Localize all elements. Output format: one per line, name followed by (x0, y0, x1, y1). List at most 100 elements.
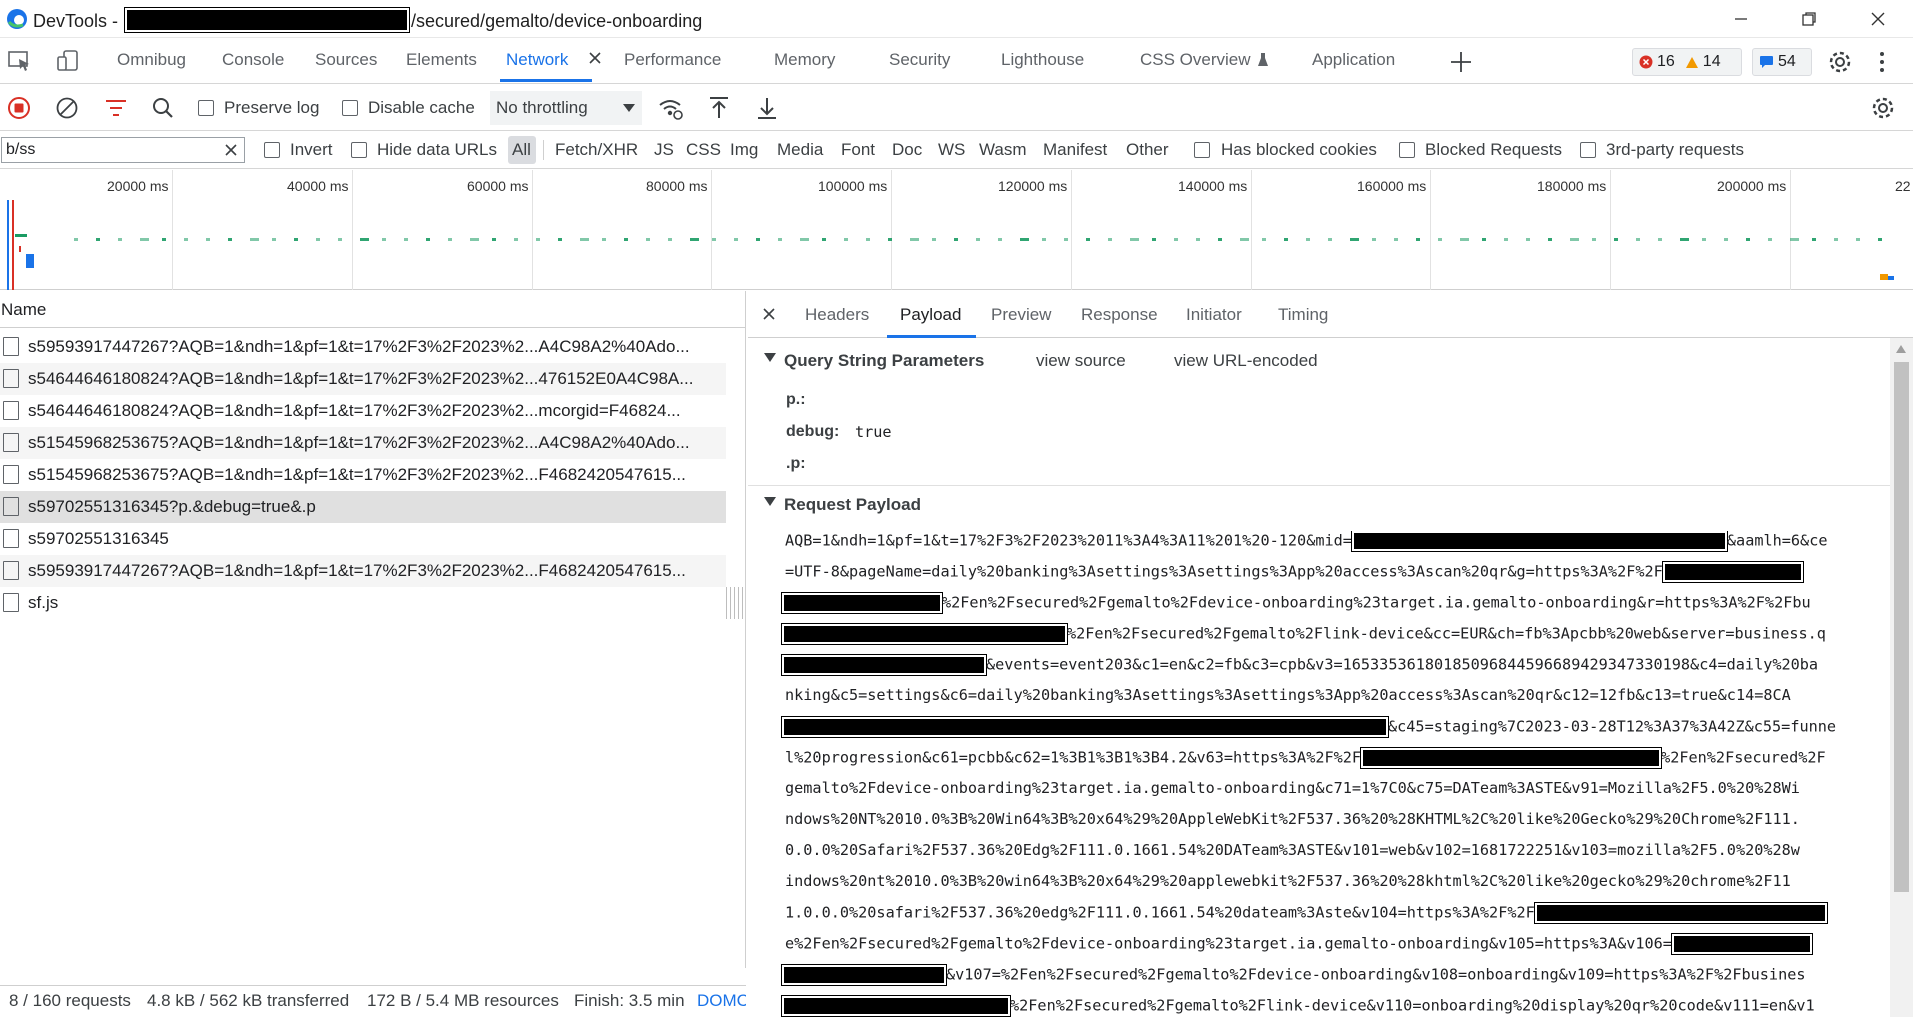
minimize-button[interactable] (1718, 4, 1764, 34)
record-stop-icon[interactable] (8, 97, 30, 119)
tab-payload[interactable]: Payload (900, 305, 961, 325)
restore-button[interactable] (1786, 4, 1832, 34)
filter-type-all[interactable]: All (512, 140, 531, 160)
view-url-encoded-link[interactable]: view URL-encoded (1174, 351, 1318, 371)
issues-counter[interactable]: 16 14 (1632, 48, 1742, 76)
filter-type-fetch-xhr[interactable]: Fetch/XHR (555, 140, 638, 160)
warning-count: 14 (1702, 53, 1721, 70)
collapse-triangle-icon[interactable] (764, 353, 776, 363)
payload-line: e%2Fen%2Fsecured%2Fgemalto%2Fdevice-onbo… (785, 933, 1813, 960)
tab-console[interactable]: Console (222, 50, 284, 70)
filter-type-doc[interactable]: Doc (892, 140, 922, 160)
settings-gear-icon[interactable] (1827, 49, 1853, 75)
waterfall-dot (1174, 238, 1178, 241)
waterfall-dot (712, 238, 716, 241)
redacted-host (124, 7, 411, 33)
filter-type-wasm[interactable]: Wasm (979, 140, 1027, 160)
tab-preview[interactable]: Preview (991, 305, 1051, 325)
request-row[interactable]: sf.js (0, 587, 726, 619)
filter-type-media[interactable]: Media (777, 140, 823, 160)
grid-line (711, 170, 712, 290)
inspect-element-icon[interactable] (8, 50, 32, 72)
search-icon[interactable] (152, 97, 174, 119)
waterfall-dot (1086, 238, 1090, 241)
waterfall-dot (1614, 238, 1618, 241)
query-string-section-title[interactable]: Query String Parameters (784, 351, 984, 371)
timeline-tick: 140000 ms (1178, 178, 1248, 194)
invert-checkbox[interactable] (264, 142, 280, 158)
waterfall-dot (1394, 238, 1398, 241)
tab-timing[interactable]: Timing (1278, 305, 1328, 325)
network-overview-timeline[interactable]: 20000 ms 40000 ms 60000 ms 80000 ms 1000… (0, 170, 1913, 290)
tab-response[interactable]: Response (1081, 305, 1158, 325)
filter-type-other[interactable]: Other (1126, 140, 1169, 160)
more-options-kebab-icon[interactable] (1878, 51, 1886, 73)
tab-initiator[interactable]: Initiator (1186, 305, 1242, 325)
blocked-requests-checkbox[interactable] (1399, 142, 1415, 158)
view-source-link[interactable]: view source (1036, 351, 1126, 371)
has-blocked-cookies-checkbox[interactable] (1194, 142, 1210, 158)
tab-headers[interactable]: Headers (805, 305, 869, 325)
tab-performance[interactable]: Performance (624, 50, 721, 70)
more-tabs-plus-icon[interactable] (1449, 50, 1473, 74)
filter-icon[interactable] (105, 99, 127, 117)
clear-filter-icon[interactable] (224, 143, 238, 157)
tab-sources[interactable]: Sources (315, 50, 377, 70)
request-row[interactable]: s51545968253675?AQB=1&ndh=1&pf=1&t=17%2F… (0, 459, 726, 491)
tab-css-overview[interactable]: CSS Overview (1140, 50, 1251, 70)
clear-icon[interactable] (56, 97, 78, 119)
filter-type-ws[interactable]: WS (938, 140, 965, 160)
third-party-requests-checkbox[interactable] (1580, 142, 1596, 158)
status-finish: Finish: 3.5 min (574, 991, 685, 1010)
device-toolbar-icon[interactable] (56, 49, 80, 73)
tab-elements[interactable]: Elements (406, 50, 477, 70)
tab-lighthouse[interactable]: Lighthouse (1001, 50, 1084, 70)
close-window-button[interactable] (1855, 4, 1901, 34)
request-row[interactable]: s51545968253675?AQB=1&ndh=1&pf=1&t=17%2F… (0, 427, 726, 459)
grid-line (1251, 170, 1252, 290)
tab-application[interactable]: Application (1312, 50, 1395, 70)
export-har-icon[interactable] (756, 96, 778, 120)
messages-counter[interactable]: 54 (1752, 48, 1812, 76)
timeline-tick: 200000 ms (1717, 178, 1787, 194)
close-tab-network-icon[interactable] (588, 51, 602, 65)
scrollbar-thumb[interactable] (1894, 362, 1909, 892)
filter-type-manifest[interactable]: Manifest (1043, 140, 1107, 160)
tab-omnibug[interactable]: Omnibug (117, 50, 186, 70)
collapse-triangle-icon[interactable] (764, 497, 776, 507)
request-row[interactable]: s59593917447267?AQB=1&ndh=1&pf=1&t=17%2F… (0, 555, 726, 587)
request-row-selected[interactable]: s59702551316345?p.&debug=true&.p (0, 491, 726, 523)
tab-network[interactable]: Network (499, 50, 593, 82)
column-resize-handle[interactable] (726, 587, 744, 619)
waterfall-dot (1064, 238, 1068, 241)
scroll-up-arrow-icon[interactable] (1896, 345, 1906, 353)
filter-type-font[interactable]: Font (841, 140, 875, 160)
filter-input[interactable]: b/ss (1, 137, 245, 163)
request-payload-section-title[interactable]: Request Payload (784, 495, 921, 515)
request-row[interactable]: s54644646180824?AQB=1&ndh=1&pf=1&t=17%2F… (0, 363, 726, 395)
import-har-icon[interactable] (708, 96, 730, 120)
grid-line (1430, 170, 1431, 290)
has-blocked-cookies-label: Has blocked cookies (1221, 140, 1377, 159)
filter-type-img[interactable]: Img (730, 140, 758, 160)
request-row[interactable]: s54644646180824?AQB=1&ndh=1&pf=1&t=17%2F… (0, 395, 726, 427)
filter-type-js[interactable]: JS (654, 140, 674, 160)
request-list-header[interactable]: Name (0, 291, 745, 328)
payload-line: nking&c5=settings&c6=daily%20banking%3As… (785, 686, 1791, 704)
hide-data-urls-checkbox[interactable] (351, 142, 367, 158)
details-scrollbar[interactable] (1890, 338, 1913, 1017)
network-conditions-icon[interactable] (658, 97, 684, 121)
filter-type-css[interactable]: CSS (686, 140, 721, 160)
network-settings-gear-icon[interactable] (1870, 95, 1896, 121)
param-value: true (855, 423, 892, 441)
throttling-value: No throttling (496, 98, 588, 117)
request-row[interactable]: s59593917447267?AQB=1&ndh=1&pf=1&t=17%2F… (0, 331, 726, 363)
request-row[interactable]: s59702551316345 (0, 523, 726, 555)
throttling-select[interactable]: No throttling (490, 91, 642, 125)
tab-security[interactable]: Security (889, 50, 950, 70)
close-details-icon[interactable] (762, 307, 776, 321)
tab-memory[interactable]: Memory (774, 50, 835, 70)
waterfall-dot (932, 238, 936, 241)
disable-cache-checkbox[interactable] (342, 100, 358, 116)
preserve-log-checkbox[interactable] (198, 100, 214, 116)
